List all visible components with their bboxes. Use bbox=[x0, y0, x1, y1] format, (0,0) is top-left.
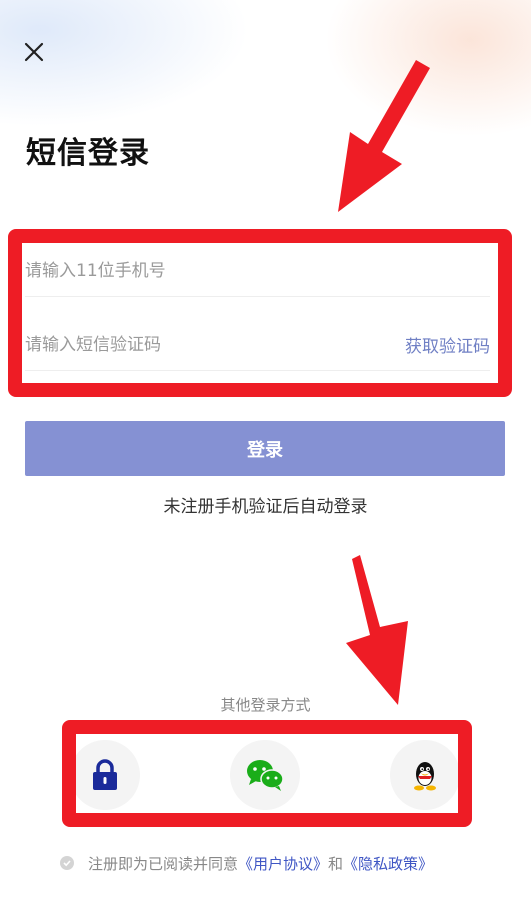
wechat-login-button[interactable] bbox=[230, 740, 300, 810]
agreement-row: 注册即为已阅读并同意 《用户协议》 和 《隐私政策》 bbox=[60, 852, 433, 874]
get-code-button[interactable]: 获取验证码 bbox=[405, 332, 490, 357]
lock-login-button[interactable] bbox=[70, 740, 140, 810]
user-agreement-link[interactable]: 《用户协议》 bbox=[238, 853, 328, 874]
phone-field-row bbox=[25, 245, 490, 297]
qq-icon bbox=[414, 762, 436, 791]
auto-register-hint: 未注册手机验证后自动登录 bbox=[163, 497, 368, 517]
privacy-policy-link[interactable]: 《隐私政策》 bbox=[343, 853, 433, 874]
phone-input[interactable] bbox=[25, 260, 355, 281]
close-icon bbox=[24, 42, 44, 62]
lock-icon bbox=[93, 759, 117, 790]
page-title: 短信登录 bbox=[26, 136, 150, 171]
agreement-and: 和 bbox=[328, 854, 344, 873]
qq-login-button[interactable] bbox=[390, 740, 460, 810]
close-button[interactable] bbox=[20, 38, 48, 66]
wechat-icon bbox=[247, 760, 284, 791]
agreement-prefix: 注册即为已阅读并同意 bbox=[88, 854, 239, 873]
login-button[interactable]: 登录 bbox=[25, 421, 505, 476]
annotation-arrow-bottom bbox=[346, 555, 408, 705]
code-field-row: 获取验证码 bbox=[25, 319, 490, 371]
other-login-title: 其他登录方式 bbox=[220, 696, 311, 714]
agree-checkbox[interactable] bbox=[60, 856, 74, 870]
check-icon bbox=[63, 860, 71, 867]
sms-code-input[interactable] bbox=[25, 334, 355, 355]
